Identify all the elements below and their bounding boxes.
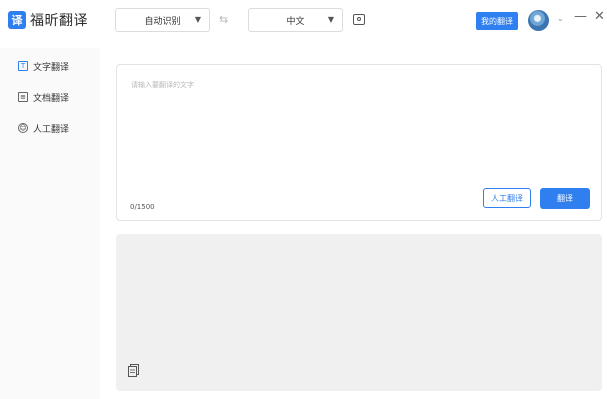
sidebar-item-label: 人工翻译	[33, 124, 70, 135]
character-counter: 0/1500	[130, 203, 155, 211]
source-language-label: 自动识别	[144, 16, 181, 27]
camera-icon[interactable]	[353, 14, 365, 25]
source-language-select[interactable]: 自动识别 ▼	[115, 8, 210, 32]
target-language-select[interactable]: 中文 ▼	[248, 8, 343, 32]
logo-icon: 译	[8, 11, 26, 29]
input-placeholder: 请输入要翻译的文字	[131, 81, 194, 89]
translate-button[interactable]: 翻译	[540, 188, 590, 209]
swap-arrows-icon[interactable]: ⇆	[219, 13, 228, 26]
chevron-down-icon[interactable]: ⌄	[557, 14, 564, 23]
minimize-icon[interactable]: —	[574, 9, 587, 24]
copy-icon[interactable]	[128, 364, 139, 377]
human-icon: ☺	[18, 123, 28, 133]
sidebar: T 文字翻译 ≡ 文档翻译 ☺ 人工翻译	[0, 48, 100, 399]
sidebar-item-human-translate[interactable]: ☺ 人工翻译	[0, 112, 100, 144]
sidebar-item-document-translate[interactable]: ≡ 文档翻译	[0, 81, 100, 113]
source-text-input[interactable]: 请输入要翻译的文字 0/1500 人工翻译 翻译	[116, 64, 602, 221]
avatar[interactable]	[528, 10, 549, 31]
target-caret-icon: ▼	[327, 15, 334, 24]
human-translate-button[interactable]: 人工翻译	[483, 188, 531, 208]
text-icon: T	[18, 61, 28, 71]
target-language-label: 中文	[286, 16, 305, 27]
translation-output	[116, 234, 602, 391]
my-translate-button[interactable]: 我的翻译	[476, 12, 518, 30]
sidebar-item-text-translate[interactable]: T 文字翻译	[0, 50, 100, 82]
title-bar: 译 福昕翻译 自动识别 ▼ ⇆ 中文 ▼ 我的翻译 ⌄ — ✕	[0, 0, 607, 42]
sidebar-item-label: 文档翻译	[33, 93, 70, 104]
sidebar-item-label: 文字翻译	[33, 62, 70, 73]
app-name: 福昕翻译	[30, 13, 88, 29]
document-icon: ≡	[18, 92, 28, 102]
app-logo: 译 福昕翻译	[8, 10, 88, 30]
close-icon[interactable]: ✕	[594, 9, 605, 24]
source-caret-icon: ▼	[194, 15, 201, 24]
